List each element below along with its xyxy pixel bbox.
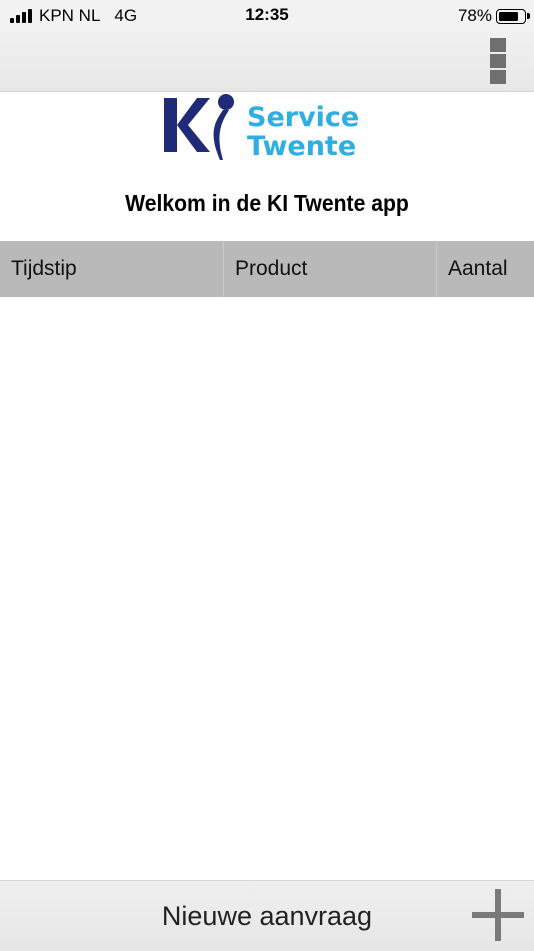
- column-header-product[interactable]: Product: [224, 241, 437, 297]
- logo-twente-text: Twente: [247, 131, 356, 162]
- status-time: 12:35: [245, 5, 289, 24]
- ki-service-twente-logo: Service Twente: [164, 94, 359, 162]
- battery-percentage: 78%: [457, 6, 492, 25]
- logo-i-mark: [213, 94, 234, 160]
- column-header-aantal[interactable]: Aantal: [437, 241, 534, 297]
- new-request-label[interactable]: Nieuwe aanvraag: [0, 901, 534, 932]
- status-bar: KPN NL 4G 12:35 78%: [0, 0, 534, 30]
- welcome-heading: Welkom in de KI Twente app: [125, 190, 409, 216]
- battery-icon: [496, 8, 530, 24]
- plus-icon[interactable]: [472, 889, 524, 941]
- new-request-bar[interactable]: Nieuwe aanvraag: [0, 880, 534, 951]
- requests-table-body: [0, 297, 534, 880]
- table-header: Tijdstip Product Aantal: [0, 241, 534, 297]
- app-bar: [0, 30, 534, 92]
- logo-k-mark: [164, 98, 210, 152]
- menu-icon[interactable]: [490, 38, 506, 84]
- column-header-tijdstip[interactable]: Tijdstip: [0, 241, 224, 297]
- logo-service-text: Service: [247, 102, 359, 133]
- status-right: 78%: [457, 6, 530, 26]
